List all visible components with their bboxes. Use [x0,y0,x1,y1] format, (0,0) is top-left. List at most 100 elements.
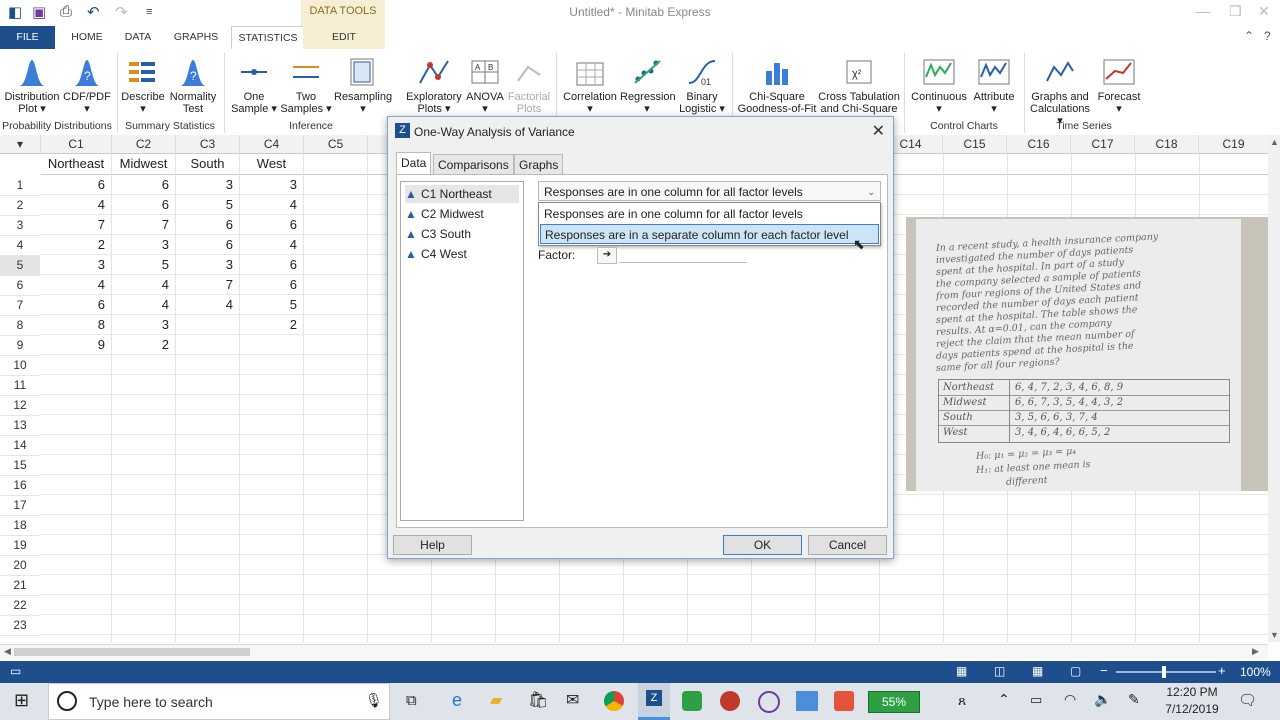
cell-c2-r9[interactable]: 2 [112,335,175,355]
minitab-taskbar-item[interactable]: Z [638,683,670,720]
cell-c2-r3[interactable]: 7 [112,215,175,235]
anova-button[interactable]: AB ANOVA ▾ [464,53,506,115]
taskbar-search-box[interactable]: Type here to search 🎙 [48,683,390,720]
help-button[interactable]: Help [393,535,472,555]
pen-icon[interactable]: ✎ [1128,691,1140,708]
remote-desktop-icon[interactable] [796,691,818,711]
cell-c2-r6[interactable]: 4 [112,275,175,295]
row-header[interactable]: 18 [0,515,40,536]
cell-c3-r6[interactable]: 7 [176,275,239,295]
restore-icon[interactable]: ❐ [1229,3,1242,20]
option-separate-columns[interactable]: Responses are in a separate column for e… [540,224,879,244]
capture-icon[interactable] [758,691,780,713]
response-layout-select[interactable]: Responses are in one column for all fact… [538,181,881,201]
wifi-icon[interactable]: ◠ [1064,691,1076,708]
col-header-c15[interactable]: C15 [943,135,1007,154]
continuous-button[interactable]: Continuous ▾ [908,53,970,115]
cell-c2-r8[interactable]: 3 [112,315,175,335]
col-header-c5[interactable]: C5 [304,135,368,154]
recorder-icon[interactable] [720,691,740,711]
cell-c2-r5[interactable]: 5 [112,255,175,275]
cross-tabulation-button[interactable]: χ² Cross Tabulation and Chi-Square [818,53,900,115]
dialog-tab-comparisons[interactable]: Comparisons [433,154,514,175]
row-header[interactable]: 12 [0,395,40,416]
tab-data[interactable]: DATA [118,26,158,49]
cell-c3-r3[interactable]: 6 [176,215,239,235]
dialog-close-icon[interactable]: ✕ [872,121,885,141]
tab-file[interactable]: FILE [0,26,55,49]
row-header[interactable]: 15 [0,455,40,476]
cell-c4-r4[interactable]: 4 [240,235,303,255]
vertical-scrollbar[interactable]: ▲ ▼ [1268,135,1280,642]
cell-c1-r2[interactable]: 4 [41,195,111,215]
cell-c2-r2[interactable]: 6 [112,195,175,215]
cdf-pdf-button[interactable]: ? CDF/PDF ▾ [62,53,112,115]
view-data-icon[interactable]: ▦ [956,664,967,678]
select-all-corner[interactable]: ▾ [0,135,41,154]
cell-c3-r2[interactable]: 5 [176,195,239,215]
ribbon-help-icon[interactable]: ? [1264,29,1271,43]
close-window-icon[interactable]: ✕ [1258,3,1270,20]
row-header[interactable]: 4 [0,235,40,256]
view-output-icon[interactable]: ▢ [1070,664,1081,678]
row-header[interactable]: 8 [0,315,40,336]
row-header[interactable]: 6 [0,275,40,296]
attribute-button[interactable]: Attribute ▾ [970,53,1018,115]
clock-time[interactable]: 12:20 PM [1152,685,1232,699]
row-header[interactable]: 7 [0,295,40,316]
two-samples-button[interactable]: Two Samples ▾ [280,53,332,115]
normality-test-button[interactable]: ? Normality Test [168,53,218,115]
cell-c1-r9[interactable]: 9 [41,335,111,355]
row-header[interactable]: 14 [0,435,40,456]
col-header-c18[interactable]: C18 [1135,135,1199,154]
windows-start-icon[interactable]: ⊞ [14,690,29,711]
cell-c1-r7[interactable]: 6 [41,295,111,315]
dialog-tab-graphs[interactable]: Graphs [514,154,564,175]
chi-square-gof-button[interactable]: Chi-Square Goodness-of-Fit [736,53,818,115]
cell-c4-r5[interactable]: 6 [240,255,303,275]
cell-c4-r3[interactable]: 6 [240,215,303,235]
row-header[interactable]: 23 [0,615,40,636]
tab-edit[interactable]: EDIT [303,26,385,49]
cell-c1-r4[interactable]: 2 [41,235,111,255]
variable-c4[interactable]: ▲ C4 West [405,245,519,263]
col-header-c2[interactable]: C2 [112,135,176,154]
row-header[interactable]: 3 [0,215,40,236]
cell-c2-r4[interactable]: 3 [112,235,175,255]
cell-c4-r7[interactable]: 5 [240,295,303,315]
store-icon[interactable]: 🛍 [528,690,548,710]
file-explorer-icon[interactable]: ▰ [490,690,502,710]
cancel-button[interactable]: Cancel [808,535,887,555]
cell-c3-r5[interactable]: 3 [176,255,239,275]
distribution-plot-button[interactable]: Distribution Plot ▾ [2,53,62,115]
variable-list[interactable]: ▲ C1 Northeast ▲ C2 Midwest ▲ C3 South ▲ C4 … [400,181,524,521]
variable-c2[interactable]: ▲ C2 Midwest [405,205,519,223]
row-header[interactable]: 19 [0,535,40,556]
select-factor-arrow-icon[interactable]: ➔ [597,247,617,264]
exploratory-plots-button[interactable]: Exploratory Plots ▾ [404,53,464,115]
column-name-northeast[interactable]: Northeast [41,154,112,175]
variable-c1[interactable]: ▲ C1 Northeast [405,185,519,203]
cell-c4-r6[interactable]: 6 [240,275,303,295]
row-header[interactable]: 1 [0,175,40,196]
row-header[interactable]: 10 [0,355,40,376]
dialog-tab-data[interactable]: Data [396,152,432,175]
cell-c4-r2[interactable]: 4 [240,195,303,215]
clock-date[interactable]: 7/12/2019 [1152,702,1232,716]
cell-c3-r4[interactable]: 6 [176,235,239,255]
cell-c3-r1[interactable]: 3 [176,175,239,195]
regression-button[interactable]: Regression ▾ [620,53,676,115]
row-header[interactable]: 5 [0,255,40,276]
col-header-c4[interactable]: C4 [240,135,304,154]
row-header[interactable]: 20 [0,555,40,576]
task-view-icon[interactable]: ⧉ [406,692,417,709]
col-header-c17[interactable]: C17 [1071,135,1135,154]
edge-icon[interactable]: e [452,690,462,711]
graphs-and-calculations-button[interactable]: Graphs and Calculations ▾ [1026,53,1094,127]
binary-logistic-button[interactable]: 01 Binary Logistic ▾ [676,53,728,115]
option-one-column[interactable]: Responses are in one column for all fact… [540,204,879,224]
describe-button[interactable]: Describe ▾ [118,53,168,115]
cell-c1-r8[interactable]: 8 [41,315,111,335]
volume-icon[interactable]: 🔈 [1094,691,1111,708]
row-header[interactable]: 16 [0,475,40,496]
